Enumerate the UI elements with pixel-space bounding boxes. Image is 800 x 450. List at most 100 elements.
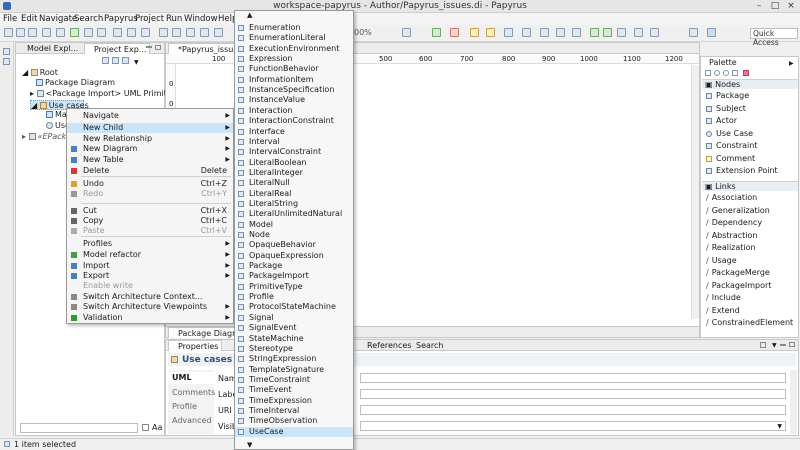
- tree-root[interactable]: ◢ Root: [22, 68, 58, 78]
- submenu-item-interval[interactable]: Interval: [235, 137, 353, 147]
- palette-tool-usage[interactable]: ∕ Usage: [706, 256, 737, 266]
- filter-tree-icon[interactable]: [122, 57, 129, 64]
- submenu-item-intervalconstraint[interactable]: IntervalConstraint: [235, 147, 353, 157]
- submenu-item-expression[interactable]: Expression: [235, 54, 353, 64]
- nav-forward-icon[interactable]: [603, 28, 612, 37]
- submenu-item-literalstring[interactable]: LiteralString: [235, 199, 353, 209]
- grid-icon[interactable]: [200, 28, 209, 37]
- submenu-item-statemachine[interactable]: StateMachine: [235, 334, 353, 344]
- context-menu-item-cut[interactable]: Cut Ctrl+X: [67, 206, 233, 216]
- submenu-item-opaquebehavior[interactable]: OpaqueBehavior: [235, 240, 353, 250]
- context-menu-item-validation[interactable]: Validation ▶: [67, 313, 233, 323]
- nav-back-icon[interactable]: [590, 28, 599, 37]
- hierarchy-icon[interactable]: [3, 48, 10, 55]
- submenu-item-signal[interactable]: Signal: [235, 313, 353, 323]
- arrange-icon[interactable]: [214, 28, 223, 37]
- run-icon[interactable]: [70, 28, 79, 37]
- view-icon[interactable]: [402, 28, 411, 37]
- submenu-item-opaqueexpression[interactable]: OpaqueExpression: [235, 251, 353, 261]
- context-menu-item-redo[interactable]: Redo Ctrl+Y: [67, 189, 233, 199]
- zoom-combo[interactable]: 00%: [354, 28, 372, 37]
- context-menu-item-paste[interactable]: Paste Ctrl+V: [67, 226, 233, 236]
- tree-package-diagram[interactable]: Package Diagram: [36, 78, 115, 88]
- label-field[interactable]: [360, 389, 786, 399]
- submenu-item-usecase[interactable]: UseCase: [235, 426, 353, 438]
- context-menu-item-new-child[interactable]: New Child ▶: [67, 123, 233, 133]
- submenu-item-profile[interactable]: Profile: [235, 292, 353, 302]
- palette-tool-association[interactable]: ∕ Association: [706, 193, 757, 203]
- submenu-item-timeevent[interactable]: TimeEvent: [235, 385, 353, 395]
- forward-icon[interactable]: [556, 28, 565, 37]
- save-all-icon[interactable]: [28, 28, 37, 37]
- submenu-item-interactionconstraint[interactable]: InteractionConstraint: [235, 116, 353, 126]
- fill-color-icon[interactable]: [486, 28, 495, 37]
- name-field[interactable]: [360, 373, 786, 383]
- palette-tool-comment[interactable]: Comment: [706, 154, 755, 164]
- palette-tool-constraint[interactable]: Constraint: [706, 141, 757, 151]
- menu-project[interactable]: Project: [135, 14, 164, 24]
- papyrus-perspective-icon[interactable]: [707, 28, 716, 37]
- view-menu-icon[interactable]: ▼: [134, 59, 139, 66]
- tree-epackage[interactable]: ▸ «EPacka: [22, 132, 71, 142]
- redo-icon[interactable]: [97, 28, 106, 37]
- menu-papyrus[interactable]: Papyrus: [104, 14, 138, 24]
- submenu-item-literalnull[interactable]: LiteralNull: [235, 178, 353, 188]
- context-menu-item-enable-write[interactable]: Enable write: [67, 281, 233, 291]
- palette-marquee-icon[interactable]: [732, 70, 738, 76]
- context-menu-item-model-refactor[interactable]: Model refactor ▶: [67, 250, 233, 260]
- submenu-item-informationitem[interactable]: InformationItem: [235, 75, 353, 85]
- minimize-view-icon[interactable]: [146, 46, 152, 48]
- expand-arrow-icon[interactable]: ◢: [31, 101, 40, 110]
- submenu-item-enumeration[interactable]: Enumeration: [235, 23, 353, 33]
- scroll-up-arrow-icon[interactable]: ▲: [247, 11, 252, 19]
- palette-tool-include[interactable]: ∕ Include: [706, 293, 741, 303]
- menu-file[interactable]: File: [3, 14, 17, 24]
- submenu-item-protocolstatemachine[interactable]: ProtocolStateMachine: [235, 302, 353, 312]
- layout-icon[interactable]: [113, 28, 122, 37]
- submenu-item-node[interactable]: Node: [235, 230, 353, 240]
- maximize-view-icon[interactable]: [155, 45, 161, 50]
- submenu-item-stereotype[interactable]: Stereotype: [235, 344, 353, 354]
- filter-icon[interactable]: [127, 28, 136, 37]
- new-icon[interactable]: [4, 28, 13, 37]
- menu-window[interactable]: Window: [184, 14, 218, 24]
- minimize-button[interactable]: –: [752, 1, 766, 11]
- palette-stereotype-icon[interactable]: [743, 70, 749, 76]
- menu-navigate[interactable]: Navigate: [39, 14, 77, 24]
- quick-access-input[interactable]: Quick Access: [750, 28, 798, 47]
- context-menu-item-new-relationship[interactable]: New Relationship ▶: [67, 134, 233, 144]
- tab-search[interactable]: Search: [408, 340, 446, 351]
- menu-edit[interactable]: Edit: [21, 14, 37, 24]
- palette-tool-dependency[interactable]: ∕ Dependency: [706, 218, 762, 228]
- maximize-view-icon[interactable]: [789, 342, 795, 347]
- snap-icon[interactable]: [617, 28, 626, 37]
- palette-tool-realization[interactable]: ∕ Realization: [706, 243, 756, 253]
- submenu-item-stringexpression[interactable]: StringExpression: [235, 354, 353, 364]
- submenu-item-signalevent[interactable]: SignalEvent: [235, 323, 353, 333]
- palette-tool-extension-point[interactable]: Extension Point: [706, 166, 778, 176]
- tab-project-explorer[interactable]: Project Exp...: [84, 43, 151, 54]
- font-size-icon[interactable]: [634, 28, 643, 37]
- palette-tool-extend[interactable]: ∕ Extend: [706, 306, 740, 316]
- palette-tool-generalization[interactable]: ∕ Generalization: [706, 206, 770, 216]
- console-icon[interactable]: [56, 28, 65, 37]
- print-icon[interactable]: [42, 28, 51, 37]
- pin-view-icon[interactable]: [760, 342, 766, 348]
- palette-links-drawer[interactable]: ▣ Links: [702, 181, 798, 191]
- side-tab-comments[interactable]: Comments: [172, 388, 215, 397]
- palette-tool-usecase[interactable]: Use Case: [706, 129, 753, 139]
- context-menu-item-import[interactable]: Import ▶: [67, 261, 233, 271]
- palette-tool-subject[interactable]: Subject: [706, 104, 746, 114]
- save-icon[interactable]: [16, 28, 25, 37]
- side-tab-advanced[interactable]: Advanced: [172, 416, 212, 425]
- submenu-item-timeexpression[interactable]: TimeExpression: [235, 396, 353, 406]
- context-menu-item-new-diagram[interactable]: New Diagram ▶: [67, 144, 233, 154]
- select-icon[interactable]: [141, 28, 150, 37]
- context-menu-item-new-table[interactable]: New Table ▶: [67, 155, 233, 165]
- tree-filter-input[interactable]: [20, 423, 138, 433]
- side-tab-profile[interactable]: Profile: [172, 402, 197, 411]
- submenu-item-literalinteger[interactable]: LiteralInteger: [235, 168, 353, 178]
- palette-tool-constrained-element[interactable]: ∕ ConstrainedElement: [706, 318, 796, 328]
- font-color-icon[interactable]: [470, 28, 479, 37]
- palette-tool-actor[interactable]: Actor: [706, 116, 737, 126]
